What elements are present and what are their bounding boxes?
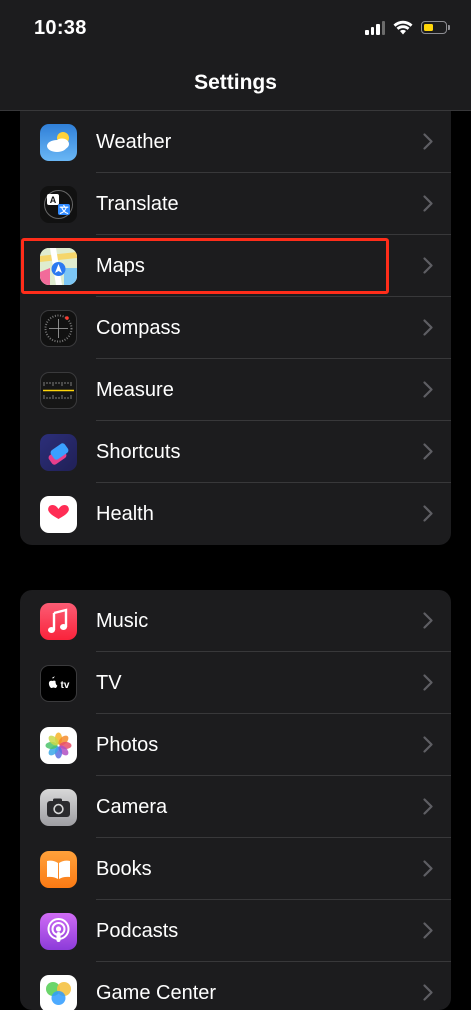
settings-row-game-center[interactable]: Game Center [20, 962, 451, 1010]
settings-row-books[interactable]: Books [20, 838, 451, 900]
settings-row-label: Podcasts [96, 920, 178, 943]
wifi-icon [393, 20, 413, 35]
settings-row-shortcuts[interactable]: Shortcuts [20, 421, 451, 483]
settings-row-camera[interactable]: Camera [20, 776, 451, 838]
camera-icon [40, 789, 77, 826]
measure-icon [40, 372, 77, 409]
photos-icon [40, 727, 77, 764]
compass-icon [40, 310, 77, 347]
chevron-right-icon [423, 736, 433, 753]
settings-row-label: Camera [96, 796, 167, 819]
settings-row-label: Books [96, 858, 152, 881]
chevron-right-icon [423, 133, 433, 150]
status-time: 10:38 [34, 17, 87, 40]
maps-highlight-box [21, 238, 389, 294]
settings-row-compass[interactable]: Compass [20, 297, 451, 359]
settings-row-photos[interactable]: Photos [20, 714, 451, 776]
settings-row-label: Game Center [96, 982, 216, 1005]
settings-row-label: Shortcuts [96, 441, 180, 464]
settings-row-label: Measure [96, 379, 174, 402]
weather-icon [40, 124, 77, 161]
health-icon [40, 496, 77, 533]
settings-row-weather[interactable]: Weather [20, 111, 451, 173]
chevron-right-icon [423, 381, 433, 398]
music-icon [40, 603, 77, 640]
settings-row-label: Health [96, 503, 154, 526]
svg-text:A: A [50, 195, 57, 205]
settings-group-apps-2: Music tv TV [20, 590, 451, 1010]
cellular-signal-icon [365, 21, 385, 35]
game-center-icon [40, 975, 77, 1010]
chevron-right-icon [423, 922, 433, 939]
chevron-right-icon [423, 319, 433, 336]
chevron-right-icon [423, 257, 433, 274]
chevron-right-icon [423, 984, 433, 1001]
shortcuts-icon [40, 434, 77, 471]
chevron-right-icon [423, 798, 433, 815]
settings-row-translate[interactable]: A 文 Translate [20, 173, 451, 235]
settings-row-label: TV [96, 672, 122, 695]
settings-group-apps-1: Weather A 文 Translate [20, 111, 451, 545]
chevron-right-icon [423, 195, 433, 212]
svg-text:文: 文 [58, 204, 69, 215]
books-icon [40, 851, 77, 888]
settings-row-podcasts[interactable]: Podcasts [20, 900, 451, 962]
tv-icon: tv [40, 665, 77, 702]
settings-row-tv[interactable]: tv TV [20, 652, 451, 714]
settings-row-label: Compass [96, 317, 180, 340]
translate-icon: A 文 [40, 186, 77, 223]
svg-text:tv: tv [61, 680, 70, 691]
settings-row-label: Translate [96, 193, 179, 216]
chevron-right-icon [423, 443, 433, 460]
settings-row-label: Music [96, 610, 148, 633]
podcasts-icon [40, 913, 77, 950]
page-title: Settings [0, 71, 471, 95]
status-icons [365, 20, 447, 35]
settings-row-health[interactable]: Health [20, 483, 451, 545]
settings-row-measure[interactable]: Measure [20, 359, 451, 421]
chevron-right-icon [423, 612, 433, 629]
settings-row-music[interactable]: Music [20, 590, 451, 652]
chevron-right-icon [423, 860, 433, 877]
settings-row-label: Photos [96, 734, 158, 757]
navigation-bar: Settings [0, 58, 471, 111]
chevron-right-icon [423, 505, 433, 522]
settings-row-label: Weather [96, 131, 171, 154]
status-bar: 10:38 [0, 0, 471, 58]
chevron-right-icon [423, 674, 433, 691]
battery-icon [421, 21, 447, 34]
